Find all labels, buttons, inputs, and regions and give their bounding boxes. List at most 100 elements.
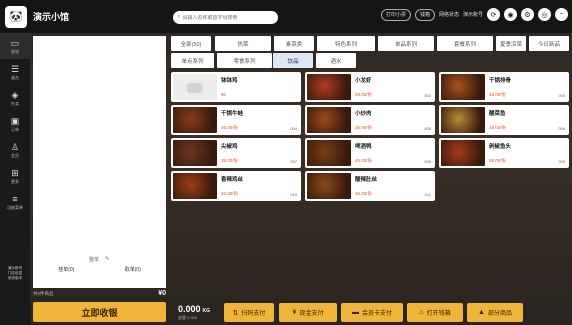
dish-price: 38.00/份	[355, 92, 373, 97]
nav-item-orders[interactable]: ▣ 订单	[0, 111, 30, 137]
category-tab[interactable]: 酒水	[316, 53, 356, 68]
cash-pay-button[interactable]: ¥ 现金支付	[279, 303, 337, 322]
retrieve-order-button[interactable]: 取单(0)	[125, 266, 141, 273]
nav-label: 功能菜单	[7, 204, 23, 210]
weight-unit: KG	[202, 308, 211, 314]
dish-name: 啤酒鸭	[355, 144, 372, 150]
dish-name: 香辣鸡丝	[221, 177, 244, 183]
topbar-tools: 打印小票 钱箱 网络状态 演示账号 ⟳ ◉ ⚙ ◎ −	[380, 8, 568, 21]
lock-icon[interactable]: ◎	[538, 8, 551, 21]
category-tab[interactable]: 全部(50)	[171, 36, 211, 51]
dish-card[interactable]: 小龙虾 38.00/份 002	[305, 72, 435, 102]
dish-code: 005	[424, 126, 431, 131]
dish-price: 45.00/份	[355, 158, 373, 163]
scan-pay-button[interactable]: ⇅ 扫码支付	[224, 303, 274, 322]
checkout-button[interactable]: 立即收银	[33, 302, 166, 322]
dish-image	[173, 173, 217, 199]
dish-card[interactable]: 香辣鸡丝 32.00/份 010	[171, 171, 301, 201]
dish-price: 48.00/份	[489, 92, 507, 97]
dish-price: 32.00/份	[221, 191, 239, 196]
category-tab[interactable]: 特色系列	[317, 36, 375, 51]
dish-code: 003	[558, 93, 565, 98]
category-tab[interactable]: 今日新品	[529, 36, 569, 51]
nav-item-takeout[interactable]: ◈ 外卖	[0, 85, 30, 111]
payment-label: 会员卡支付	[361, 311, 392, 317]
dish-name: 酸辣肚丝	[355, 177, 378, 183]
nav-label: 订单	[11, 126, 19, 132]
payment-label: 部分商品	[487, 311, 512, 317]
nav-label: 桌台	[11, 74, 19, 80]
dish-card[interactable]: 剁椒鱼头 58.00/份 009	[439, 138, 569, 168]
wifi-icon[interactable]: ◉	[504, 8, 517, 21]
dish-card[interactable]: 啤酒鸭 45.00/份 008	[305, 138, 435, 168]
minimize-icon[interactable]: −	[555, 8, 568, 21]
dish-price: 36.00/份	[355, 191, 373, 196]
dish-card[interactable]: 尖椒鸡 39.00/份 007	[171, 138, 301, 168]
nav-label: 收银	[11, 48, 19, 54]
scale-weight: 0.000 KG 皮重 0.000	[178, 304, 211, 320]
dish-card[interactable]: 钵钵鸡 ¥0	[171, 72, 301, 102]
order-tools: 整单 ✎	[89, 256, 109, 263]
search-icon: ⌕	[177, 14, 181, 20]
print-button[interactable]: 打印小票	[380, 8, 411, 21]
dish-image	[173, 140, 217, 166]
grid-icon: ⊞	[11, 167, 19, 178]
category-tab[interactable]: 饮品	[273, 53, 313, 68]
settings-icon[interactable]: ⚙	[521, 8, 534, 21]
dish-card[interactable]: 酸菜鱼 48.00/份 006	[439, 105, 569, 135]
dish-card[interactable]: 干锅牛蛙 46.00/份 004	[171, 105, 301, 135]
category-tab[interactable]: 零食系列	[217, 53, 272, 68]
dish-name: 酸菜鱼	[489, 111, 506, 117]
dish-image	[441, 74, 485, 100]
edit-icon[interactable]: ✎	[105, 256, 109, 263]
dish-card[interactable]: 酸辣肚丝 36.00/份 011	[305, 171, 435, 201]
category-tab[interactable]: 夏季凉菜	[496, 36, 526, 51]
dish-code: 004	[290, 126, 297, 131]
item-count: 共0件商品	[33, 290, 54, 296]
nav-item-more[interactable]: ⊞ 更多	[0, 163, 30, 189]
category-tab[interactable]: 素菜类	[274, 36, 314, 51]
dish-code: 007	[290, 159, 297, 164]
category-tab[interactable]: 单品系列	[378, 36, 434, 51]
nav-item-menu[interactable]: ≡ 功能菜单	[0, 189, 30, 215]
dish-price: 46.00/份	[221, 125, 239, 130]
nav-item-cashier[interactable]: ▭ 收银	[0, 33, 30, 59]
category-tab[interactable]: 套餐系列	[437, 36, 493, 51]
search-box[interactable]: ⌕	[173, 11, 278, 24]
user-menu[interactable]: 演示账号	[463, 11, 483, 18]
category-tab[interactable]: 热菜	[215, 36, 271, 51]
dish-price: 35.00/份	[355, 125, 373, 130]
search-input[interactable]	[182, 14, 275, 21]
dish-price: 58.00/份	[489, 158, 507, 163]
no-image-icon	[173, 74, 217, 100]
partial-items-button[interactable]: ▲ 部分商品	[467, 303, 523, 322]
dish-name: 小龙虾	[355, 78, 372, 84]
category-tab[interactable]: 单点系列	[171, 53, 214, 68]
nav-item-members[interactable]: ♙ 会员	[0, 137, 30, 163]
card-icon: ▬	[351, 309, 359, 316]
dish-image	[441, 140, 485, 166]
dish-card[interactable]: 小炒肉 35.00/份 005	[305, 105, 435, 135]
dish-code: 009	[558, 159, 565, 164]
sync-icon[interactable]: ⟳	[487, 8, 500, 21]
member-card-pay-button[interactable]: ▬ 会员卡支付	[341, 303, 403, 322]
payment-label: 打开钱箱	[426, 311, 451, 317]
dish-price: ¥0	[221, 92, 227, 97]
hold-order-button[interactable]: 挂单(0)	[58, 266, 74, 273]
dish-image	[173, 107, 217, 133]
order-summary: 共0件商品 ¥0	[33, 289, 166, 298]
dish-code: 008	[424, 159, 431, 164]
pos-app: 🐼 演示小馆 ⌕ 打印小票 钱箱 网络状态 演示账号 ⟳ ◉ ⚙ ◎ − ▭收银…	[0, 0, 572, 325]
dish-name: 尖椒鸡	[221, 144, 238, 150]
cash-drawer-button[interactable]: 钱箱	[414, 8, 435, 21]
order-tools-label[interactable]: 整单	[89, 256, 99, 263]
dish-card[interactable]: 干锅排骨 48.00/份 003	[439, 72, 569, 102]
dish-code: 006	[558, 126, 565, 131]
tare-weight: 皮重 0.000	[178, 315, 198, 320]
nav-label: 外卖	[11, 100, 19, 106]
nav-item-tables[interactable]: ☰ 桌台	[0, 59, 30, 85]
dish-image	[307, 107, 351, 133]
open-drawer-button[interactable]: ⌂ 打开钱箱	[407, 303, 463, 322]
member-icon: ♙	[10, 141, 20, 152]
dish-image	[307, 74, 351, 100]
